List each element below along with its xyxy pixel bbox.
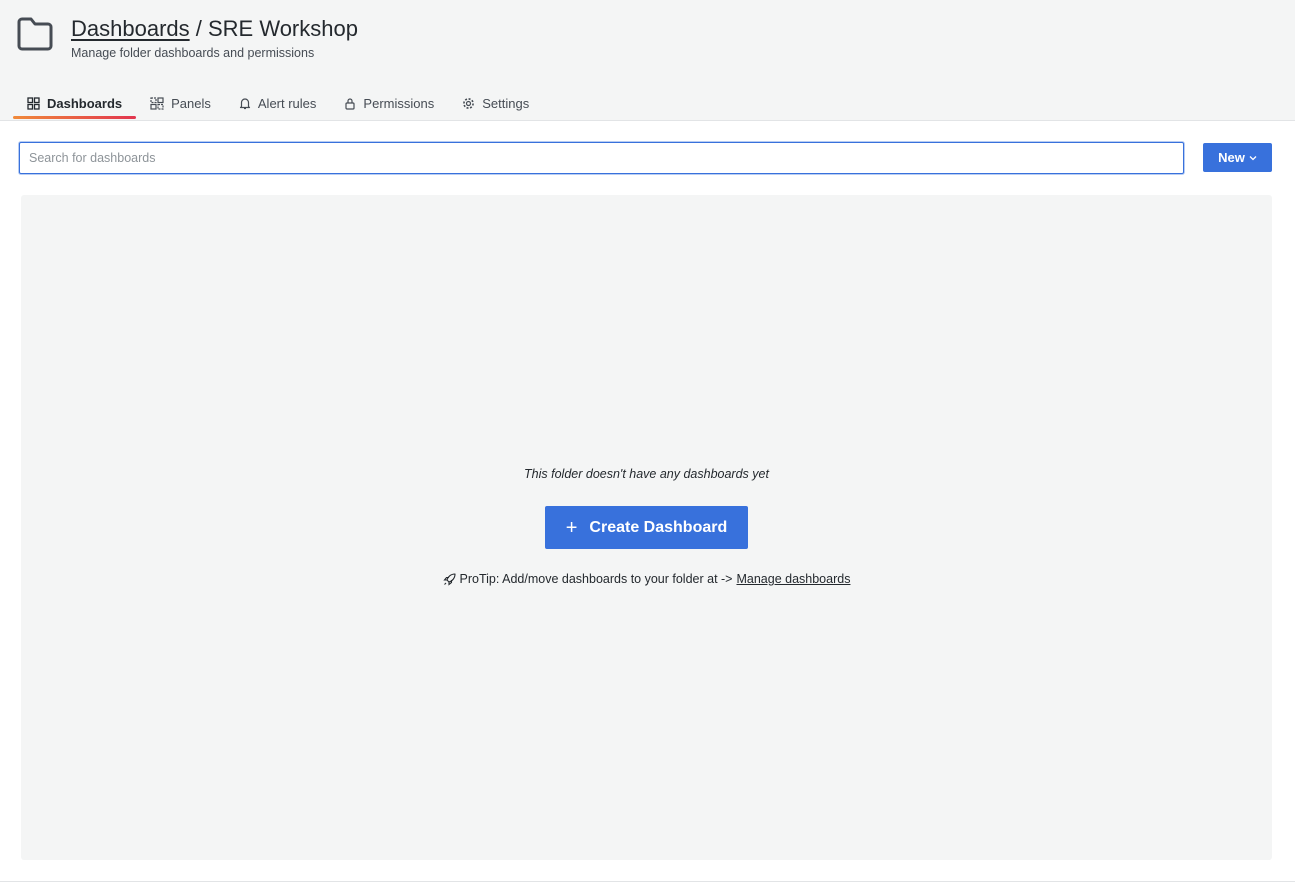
- folder-icon: [17, 17, 53, 51]
- bell-icon: [239, 97, 250, 109]
- page-title: Dashboards / SRE Workshop: [71, 15, 358, 43]
- tab-permissions[interactable]: Permissions: [330, 88, 448, 118]
- tab-panels[interactable]: Panels: [136, 88, 225, 118]
- tab-content: New This folder doesn't have any dashboa…: [0, 120, 1295, 882]
- tab-settings[interactable]: Settings: [448, 88, 543, 118]
- create-dashboard-label: Create Dashboard: [589, 518, 728, 536]
- empty-state-message: This folder doesn't have any dashboards …: [524, 467, 769, 481]
- page-header: Dashboards / SRE Workshop Manage folder …: [0, 0, 1295, 120]
- breadcrumb-dashboards-link[interactable]: Dashboards: [71, 16, 190, 41]
- folder-name: SRE Workshop: [207, 16, 358, 41]
- tab-alert-rules[interactable]: Alert rules: [225, 88, 331, 118]
- tab-label: Dashboards: [47, 95, 123, 111]
- tab-label: Settings: [482, 95, 530, 111]
- new-button-label: New: [1218, 150, 1245, 165]
- plus-icon: +: [565, 516, 578, 539]
- rocket-icon: [442, 572, 456, 586]
- tab-label: Panels: [171, 95, 211, 111]
- manage-dashboards-link[interactable]: Manage dashboards: [736, 572, 850, 586]
- lock-icon: [345, 97, 356, 110]
- tab-label: Permissions: [363, 95, 435, 111]
- chevron-down-icon: [1249, 155, 1257, 160]
- page-subtitle: Manage folder dashboards and permissions: [71, 46, 315, 60]
- tab-label: Alert rules: [257, 95, 317, 111]
- title-block: Dashboards / SRE Workshop Manage folder …: [71, 15, 358, 60]
- protip: ProTip: Add/move dashboards to your fold…: [21, 572, 1272, 586]
- create-dashboard-button[interactable]: + Create Dashboard: [545, 506, 748, 549]
- search-input[interactable]: [19, 142, 1184, 174]
- tab-dashboards[interactable]: Dashboards: [13, 88, 137, 119]
- breadcrumb-separator: /: [189, 16, 208, 41]
- library-panel-icon: [150, 96, 164, 110]
- protip-text: ProTip: Add/move dashboards to your fold…: [459, 572, 733, 586]
- apps-icon: [27, 96, 40, 110]
- new-button[interactable]: New: [1203, 143, 1272, 172]
- cog-icon: [463, 97, 475, 109]
- empty-state: This folder doesn't have any dashboards …: [21, 195, 1272, 860]
- tab-bar: Dashboards Panels Alert rules Permission…: [13, 88, 543, 120]
